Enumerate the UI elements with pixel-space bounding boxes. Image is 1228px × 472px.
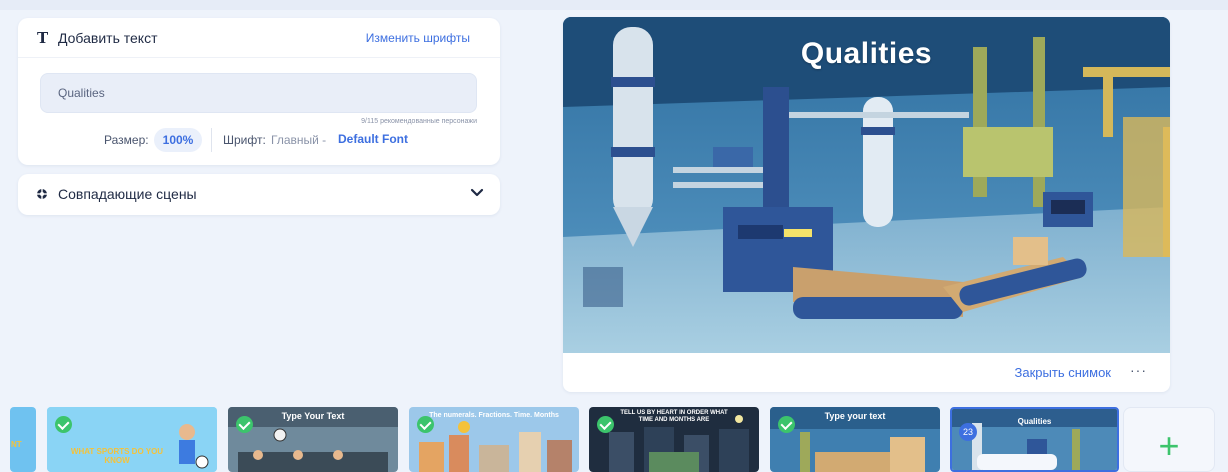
scene-filmstrip: NT WHAT SPORTS DO YOU KNOW Type Your Tex… [0, 400, 1228, 472]
scenes-icon [36, 188, 48, 200]
font-label: Шрифт: [223, 133, 266, 147]
add-text-header: T Добавить текст Изменить шрифты [18, 18, 500, 58]
font-select-link[interactable]: Default Font [338, 132, 408, 146]
thumb-caption: TELL US BY HEART IN ORDER WHAT TIME AND … [620, 410, 728, 423]
thumb-caption: The numerals. Fractions. Time. Months [429, 412, 559, 419]
top-strip [0, 0, 1228, 10]
plus-icon: + [1158, 425, 1180, 466]
scene-thumbnail[interactable]: Type your text [770, 407, 940, 472]
divider [211, 128, 212, 152]
text-icon: T [37, 29, 49, 47]
character-hint: 9/115 рекомендованные персонажи [361, 118, 477, 125]
scene-thumbnail[interactable]: The numerals. Fractions. Time. Months [409, 407, 579, 472]
scene-thumbnail[interactable]: Type Your Text [228, 407, 398, 472]
scene-thumbnail[interactable]: WHAT SPORTS DO YOU KNOW [47, 407, 217, 472]
scene-thumbnail-selected[interactable]: 23 Qualities [950, 407, 1119, 472]
add-text-panel: T Добавить текст Изменить шрифты 9/115 р… [18, 18, 500, 165]
more-options-button[interactable]: ··· [1130, 362, 1147, 378]
thumb-caption: WHAT SPORTS DO YOU KNOW [70, 447, 164, 465]
font-main-label: Главный - [271, 133, 327, 147]
matching-scenes-title: Совпадающие сцены [58, 186, 197, 202]
thumb-caption: Qualities [1017, 417, 1052, 426]
size-value-button[interactable]: 100% [154, 128, 202, 152]
preview-title-text[interactable]: Qualities [563, 37, 1170, 71]
check-icon [597, 416, 614, 433]
scene-preview: Qualities Закрыть снимок ··· [563, 17, 1170, 392]
thumb-caption: Type Your Text [281, 411, 345, 421]
add-text-title: Добавить текст [58, 30, 158, 46]
scene-thumbnail[interactable]: TELL US BY HEART IN ORDER WHAT TIME AND … [589, 407, 759, 472]
matching-scenes-panel[interactable]: Совпадающие сцены [18, 174, 500, 215]
chevron-down-icon[interactable] [470, 186, 484, 200]
close-snapshot-button[interactable]: Закрыть снимок [1015, 365, 1111, 380]
scene-thumbnail-partial[interactable]: NT [10, 407, 36, 472]
thumb-caption: Type your text [824, 411, 886, 421]
change-fonts-link[interactable]: Изменить шрифты [366, 31, 470, 45]
check-icon [55, 416, 72, 433]
add-scene-button[interactable]: + [1123, 407, 1215, 472]
size-label: Размер: [104, 133, 149, 147]
text-input[interactable] [40, 73, 477, 113]
thumb-caption: NT [11, 440, 22, 449]
